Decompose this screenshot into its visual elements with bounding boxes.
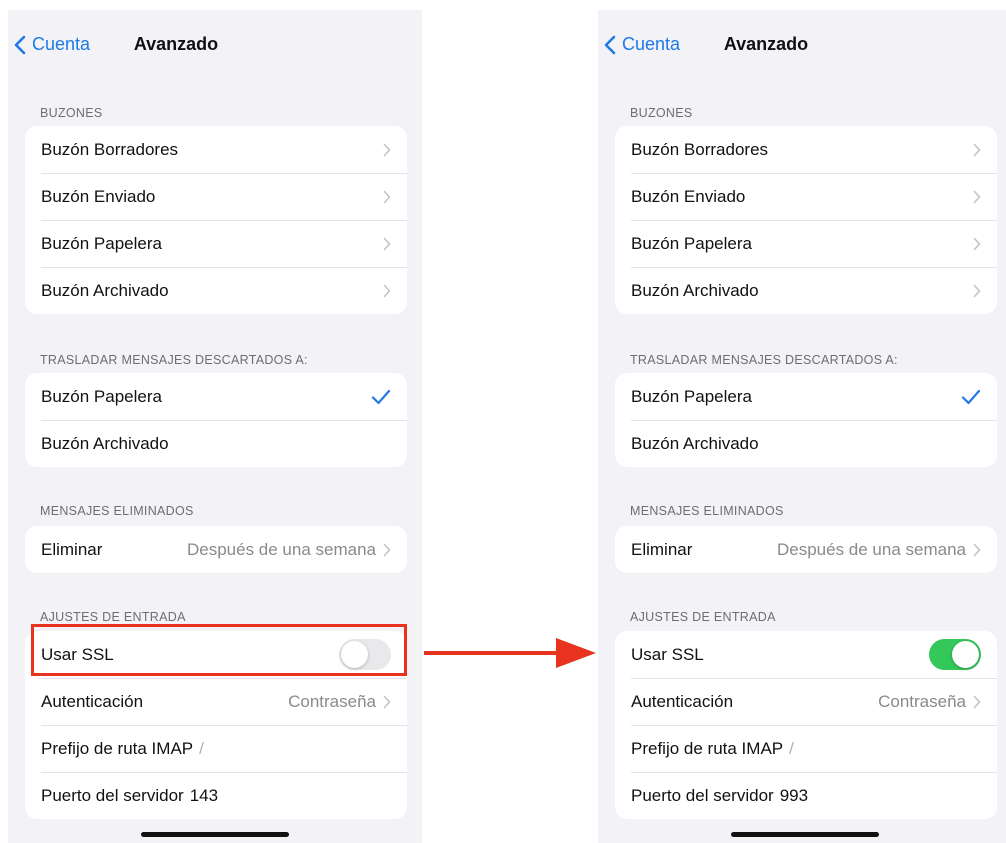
row-label: Eliminar bbox=[631, 539, 693, 559]
list-item-buzon-archivado[interactable]: Buzón Archivado bbox=[615, 267, 997, 314]
list-item-puerto[interactable]: Puerto del servidor 993 bbox=[615, 772, 997, 819]
list-item-prefijo[interactable]: Prefijo de ruta IMAP / bbox=[615, 725, 997, 772]
group-buzones: Buzón Borradores Buzón Enviado Buzón Pap… bbox=[615, 126, 997, 314]
chevron-right-icon bbox=[383, 189, 391, 204]
chevron-right-icon bbox=[973, 142, 981, 157]
port-value[interactable]: 143 bbox=[190, 786, 218, 806]
phone-screen-before: Cuenta Avanzado BUZONES Buzón Borradores… bbox=[8, 10, 422, 843]
option-buzon-archivado[interactable]: Buzón Archivado bbox=[25, 420, 407, 467]
chevron-right-icon bbox=[973, 283, 981, 298]
ssl-highlight-box bbox=[31, 624, 407, 676]
row-label: Puerto del servidor bbox=[631, 785, 774, 805]
auth-value: Contraseña bbox=[288, 691, 376, 711]
section-header-buzones: BUZONES bbox=[40, 106, 103, 120]
row-label: Buzón Papelera bbox=[41, 233, 162, 253]
chevron-right-icon bbox=[973, 542, 981, 557]
list-item-autenticacion[interactable]: Autenticación Contraseña bbox=[615, 678, 997, 725]
section-header-eliminados: MENSAJES ELIMINADOS bbox=[40, 504, 194, 518]
checkmark-icon bbox=[961, 389, 981, 404]
port-value[interactable]: 993 bbox=[780, 786, 808, 806]
list-item-usar-ssl: Usar SSL bbox=[615, 631, 997, 678]
group-eliminados: Eliminar Después de una semana bbox=[25, 526, 407, 573]
row-label: Eliminar bbox=[41, 539, 103, 559]
eliminar-value: Después de una semana bbox=[776, 539, 966, 559]
row-label: Buzón Enviado bbox=[631, 186, 746, 206]
group-entrada: Usar SSL Autenticación Contraseña Prefijo… bbox=[615, 631, 997, 819]
toggle-knob bbox=[952, 641, 979, 668]
list-item-buzon-borradores[interactable]: Buzón Borradores bbox=[25, 126, 407, 173]
eliminar-value: Después de una semana bbox=[186, 539, 376, 559]
list-item-eliminar[interactable]: Eliminar Después de una semana bbox=[25, 526, 407, 573]
list-item-buzon-borradores[interactable]: Buzón Borradores bbox=[615, 126, 997, 173]
row-label: Buzón Papelera bbox=[41, 386, 162, 406]
row-label: Puerto del servidor bbox=[41, 785, 184, 805]
row-label: Buzón Archivado bbox=[41, 433, 169, 453]
list-item-puerto[interactable]: Puerto del servidor 143 bbox=[25, 772, 407, 819]
section-header-buzones: BUZONES bbox=[630, 106, 693, 120]
navigation-bar: Cuenta Avanzado bbox=[598, 28, 1006, 64]
row-label: Autenticación bbox=[41, 691, 144, 711]
list-item-buzon-enviado[interactable]: Buzón Enviado bbox=[25, 173, 407, 220]
section-header-entrada: AJUSTES DE ENTRADA bbox=[630, 610, 776, 624]
home-indicator bbox=[141, 832, 289, 837]
navigation-bar: Cuenta Avanzado bbox=[8, 28, 422, 64]
row-label: Buzón Borradores bbox=[631, 139, 769, 159]
row-label: Buzón Enviado bbox=[41, 186, 156, 206]
group-trasladar: Buzón Papelera Buzón Archivado bbox=[615, 373, 997, 467]
row-label: Buzón Papelera bbox=[631, 386, 752, 406]
prefix-value[interactable]: / bbox=[789, 739, 794, 759]
auth-value: Contraseña bbox=[878, 691, 966, 711]
chevron-right-icon bbox=[973, 189, 981, 204]
list-item-buzon-papelera[interactable]: Buzón Papelera bbox=[615, 220, 997, 267]
section-header-eliminados: MENSAJES ELIMINADOS bbox=[630, 504, 784, 518]
section-header-entrada: AJUSTES DE ENTRADA bbox=[40, 610, 186, 624]
list-item-buzon-enviado[interactable]: Buzón Enviado bbox=[615, 173, 997, 220]
arrow-right-icon bbox=[424, 638, 596, 668]
phone-screen-after: Cuenta Avanzado BUZONES Buzón Borradores… bbox=[598, 10, 1006, 843]
section-header-trasladar: TRASLADAR MENSAJES DESCARTADOS A: bbox=[630, 353, 898, 367]
chevron-right-icon bbox=[383, 142, 391, 157]
page-title: Avanzado bbox=[723, 34, 809, 54]
row-label: Buzón Archivado bbox=[631, 280, 759, 300]
chevron-right-icon bbox=[973, 694, 981, 709]
list-item-buzon-archivado[interactable]: Buzón Archivado bbox=[25, 267, 407, 314]
ssl-toggle[interactable] bbox=[929, 639, 981, 670]
option-buzon-papelera[interactable]: Buzón Papelera bbox=[615, 373, 997, 420]
list-item-autenticacion[interactable]: Autenticación Contraseña bbox=[25, 678, 407, 725]
row-label: Buzón Papelera bbox=[631, 233, 752, 253]
option-buzon-archivado[interactable]: Buzón Archivado bbox=[615, 420, 997, 467]
chevron-right-icon bbox=[973, 236, 981, 251]
row-label: Usar SSL bbox=[631, 644, 704, 664]
checkmark-icon bbox=[371, 389, 391, 404]
chevron-right-icon bbox=[383, 694, 391, 709]
row-label: Prefijo de ruta IMAP bbox=[631, 738, 784, 758]
chevron-right-icon bbox=[383, 283, 391, 298]
home-indicator bbox=[731, 832, 879, 837]
section-header-trasladar: TRASLADAR MENSAJES DESCARTADOS A: bbox=[40, 353, 308, 367]
group-eliminados: Eliminar Después de una semana bbox=[615, 526, 997, 573]
chevron-right-icon bbox=[383, 236, 391, 251]
group-buzones: Buzón Borradores Buzón Enviado Buzón Pap… bbox=[25, 126, 407, 314]
row-label: Prefijo de ruta IMAP bbox=[41, 738, 194, 758]
prefix-value[interactable]: / bbox=[199, 739, 204, 759]
group-trasladar: Buzón Papelera Buzón Archivado bbox=[25, 373, 407, 467]
row-label: Buzón Archivado bbox=[631, 433, 759, 453]
row-label: Buzón Borradores bbox=[41, 139, 179, 159]
option-buzon-papelera[interactable]: Buzón Papelera bbox=[25, 373, 407, 420]
list-item-eliminar[interactable]: Eliminar Después de una semana bbox=[615, 526, 997, 573]
chevron-right-icon bbox=[383, 542, 391, 557]
row-label: Autenticación bbox=[631, 691, 734, 711]
list-item-prefijo[interactable]: Prefijo de ruta IMAP / bbox=[25, 725, 407, 772]
row-label: Buzón Archivado bbox=[41, 280, 169, 300]
list-item-buzon-papelera[interactable]: Buzón Papelera bbox=[25, 220, 407, 267]
page-title: Avanzado bbox=[133, 34, 219, 54]
